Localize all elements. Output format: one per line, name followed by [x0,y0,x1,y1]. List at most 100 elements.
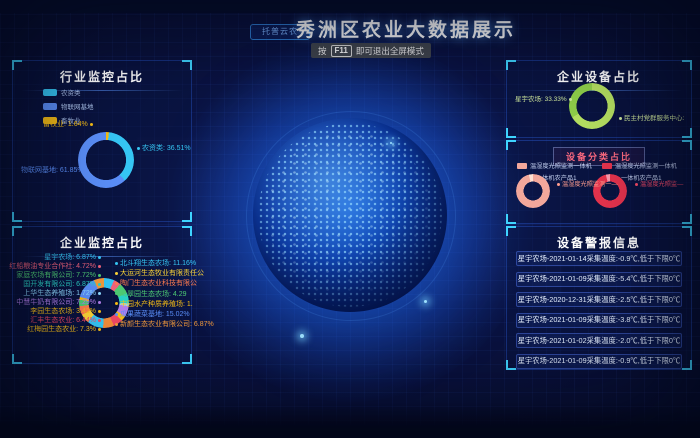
corner-accent [12,354,22,364]
label-dot [98,274,101,277]
label-dot [98,301,101,304]
corner-accent [682,60,692,70]
slice-label: 温湿度光照监测一— [555,179,618,188]
corner-accent [12,226,22,236]
label-dot [137,147,140,150]
globe [253,118,447,312]
f11-keycap: F11 [331,45,352,57]
legend-label: 物联网基地 [61,101,94,111]
corner-accent [682,140,692,150]
class-donut-left[interactable] [516,174,550,208]
slice-label: 丰园水产种质养殖场: 1. [113,301,193,308]
panel-enterprise-monitor: 企业监控占比 星宇农场: 6.87% 红船粮油专业合作社: 4.72% 家庭农场… [12,226,192,364]
label-dot [569,98,572,101]
industry-donut-chart[interactable] [78,132,134,188]
panel-title: 企业监控占比 [13,227,191,251]
slice-label: 民主村党群服务中心: [617,115,684,123]
slice-label: 新颜生态农业有限公司: 6.87% [113,321,214,328]
legend-item[interactable]: 温湿度光照监测一体机 [602,161,677,170]
slice-label: 北斗翔生态农场: 11.16% [113,260,196,267]
panel-title: 企业设备占比 [507,61,691,85]
corner-accent [506,226,516,236]
hint-suffix: 即可退出全屏模式 [356,45,424,57]
alarm-list: 星宇农场-2021-01-14采集温度:-0.9℃,低于下限0℃ 星宇农场-20… [516,251,682,369]
label-dot [115,313,118,316]
slice-label: 上华生态养殖场: 1.72% [23,290,103,297]
alarm-row: 星宇农场-2021-01-09采集温度:-5.4℃,低于下限0℃ [516,272,682,287]
page-title: 秀洲区农业大数据展示 [296,15,516,42]
slice-label: 星宇农场: 33.33% [515,96,574,104]
alarm-row: 星宇农场-2021-01-02采集温度:-2.0℃,低于下限0℃ [516,333,682,348]
alarm-row: 星宇农场-2020-12-31采集温度:-2.5℃,低于下限0℃ [516,292,682,307]
label-dot [90,123,93,126]
label-dot [98,283,101,286]
label-dot [115,323,118,326]
panel-device-ratio: 企业设备占比 星宇农场: 33.33% 民主村党群服务中心: [506,60,692,138]
label-dot [557,183,560,186]
slice-label: 国开发有限公司: 6.87% [23,281,103,288]
alarm-row: 星宇农场-2021-01-09采集温度:-0.9℃,低于下限0℃ [516,354,682,369]
legend-item[interactable]: 物联网基地 [43,101,94,111]
corner-accent [506,128,516,138]
panel-industry-monitor: 行业监控占比 农资类 物联网基地 畜牧业 畜牧业: 1.64% 农资类: 36.… [12,60,192,222]
label-dot [115,302,118,305]
label-dot [98,256,101,259]
slice-label: 中慧牛奶有限公司: 7.29% [16,299,103,306]
sparkle-dot [300,334,304,338]
bottom-band [0,402,700,438]
slice-label: 家庭农场有限公司: 7.72% [16,272,103,279]
legend-item[interactable]: 农资类 [43,87,94,97]
label-dot [115,262,118,265]
legend-swatch [43,103,57,110]
label-dot [98,328,101,331]
corner-accent [182,226,192,236]
top-band [0,0,700,13]
label-dot [86,169,89,172]
corner-accent [506,360,516,370]
slice-label: 农资类: 36.51% [135,145,191,153]
legend-label: 农资类 [61,87,81,97]
slice-label: 瓜果蔬菜基地: 15.02% [113,311,190,318]
panel-device-class: 设备分类占比 温湿度光照监测一体机 一体机农产品1 温湿度光照监测一体机 一体机… [506,140,692,224]
corner-accent [506,60,516,70]
label-dot [98,310,101,313]
alarm-row: 星宇农场-2021-01-09采集温度:-3.8℃,低于下限0℃ [516,313,682,328]
enterprise-labels-left: 星宇农场: 6.87% 红船粮油专业合作社: 4.72% 家庭农场有限公司: 7… [17,254,103,333]
label-dot [635,183,638,186]
device-donut-chart[interactable] [569,83,615,129]
slice-label: 星宇农场: 6.87% [44,254,103,261]
legend-label: 温湿度光照监测一体机 [615,161,677,170]
panel-alarm-info: 设备警报信息 星宇农场-2021-01-14采集温度:-0.9℃,低于下限0℃ … [506,226,692,370]
fullscreen-hint: 按 F11 即可退出全屏模式 [311,43,431,58]
corner-accent [182,212,192,222]
slice-label: 大运河生态牧业有限责任公 [113,270,204,277]
corner-accent [12,60,22,70]
corner-accent [182,60,192,70]
alarm-row: 星宇农场-2021-01-14采集温度:-0.9℃,低于下限0℃ [516,251,682,266]
legend-item[interactable]: 温湿度光照监测一体机 [517,161,592,170]
label-dot [619,117,622,120]
panel-title: 设备警报信息 [507,227,691,251]
label-dot [115,292,118,295]
sparkle-dot [390,142,392,144]
slice-label: 畜牧业: 1.64% [43,121,95,129]
label-dot [98,292,101,295]
hint-prefix: 按 [318,45,327,57]
slice-label: 汇丰生态农业: 6.44% [30,317,103,324]
sparkle-dot [424,300,427,303]
corner-accent [506,140,516,150]
slice-label: 李园生态农场: 3.42% [30,308,103,315]
slice-label: 红梅园生态农业: 7.3% [27,326,103,333]
slice-label: 物联网基地: 61.85% [21,167,91,175]
corner-accent [182,354,192,364]
corner-accent [12,212,22,222]
label-dot [115,272,118,275]
label-dot [115,282,118,285]
corner-accent [682,360,692,370]
slice-label: 鸣翠园生态农场: 4.29 [113,291,187,298]
slice-label: 红船粮油专业合作社: 4.72% [9,263,103,270]
dashboard-screen: 托普云农 秀洲区农业大数据展示 按 F11 即可退出全屏模式 行业监控占比 农资… [0,0,700,438]
corner-accent [506,214,516,224]
enterprise-labels-right: 北斗翔生态农场: 11.16% 大运河生态牧业有限责任公 陶门生态农业科技有限公… [113,260,199,328]
corner-accent [682,226,692,236]
